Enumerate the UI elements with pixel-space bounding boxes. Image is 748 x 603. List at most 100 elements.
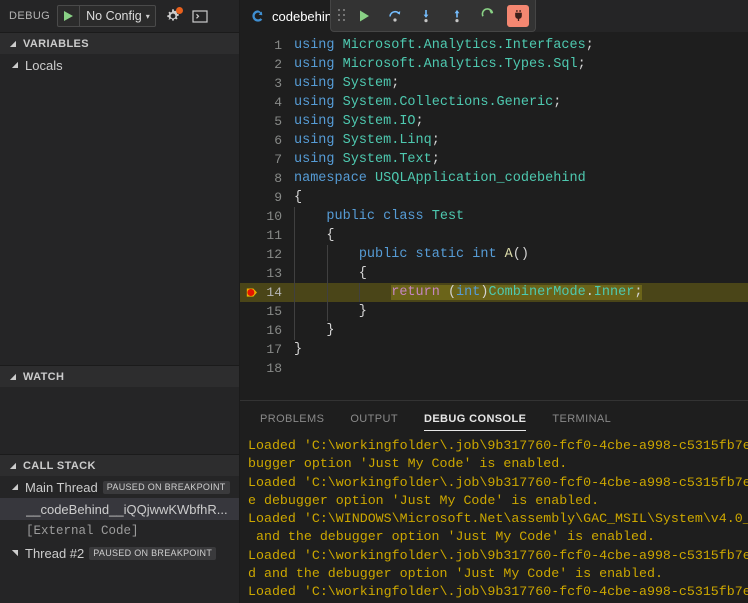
editor-area: codebehind.u 1 using Microsoft.Analytics…	[240, 0, 748, 603]
play-icon	[64, 11, 74, 21]
section-title-watch: WATCH	[23, 370, 65, 383]
console-line: Loaded 'C:\workingfolder\.job\9b317760-f…	[248, 584, 748, 600]
section-header-variables[interactable]: ◢ VARIABLES	[0, 32, 239, 54]
code-line[interactable]: 7 using System.Text;	[240, 150, 748, 169]
callstack-frame-codebehind[interactable]: __codeBehind__iQQjwwKWbfhR...	[0, 498, 239, 520]
callstack-thread-2[interactable]: ◢ Thread #2 PAUSED ON BREAKPOINT	[0, 542, 239, 564]
line-number: 2	[274, 57, 282, 72]
code-token: ;	[553, 95, 562, 110]
code-text: using System.Collections.Generic;	[294, 93, 561, 112]
restart-icon	[481, 7, 494, 17]
vscode-window: DEBUG No Config ▾ ◢ VARIABLES ◢ Locals ◢…	[0, 0, 748, 603]
stop-button[interactable]	[507, 4, 529, 27]
code-text: public class Test	[294, 207, 464, 226]
line-number: 13	[266, 266, 282, 281]
line-number: 5	[274, 114, 282, 129]
tab-terminal[interactable]: TERMINAL	[552, 401, 611, 436]
callstack-frame-external-code[interactable]: [External Code]	[0, 520, 239, 542]
step-over-button[interactable]	[381, 4, 409, 28]
code-text: using Microsoft.Analytics.Interfaces;	[294, 36, 594, 55]
watch-body	[0, 387, 239, 454]
code-line[interactable]: 18	[240, 359, 748, 378]
section-title-variables: VARIABLES	[23, 37, 89, 50]
code-line[interactable]: 8 namespace USQLApplication_codebehind	[240, 169, 748, 188]
thread-name: Main Thread	[25, 479, 98, 495]
code-editor[interactable]: 1 using Microsoft.Analytics.Interfaces; 2 u…	[240, 32, 748, 400]
code-token: USQLApplication_codebehind	[375, 171, 586, 186]
continue-button[interactable]	[350, 4, 378, 28]
status-badge: PAUSED ON BREAKPOINT	[102, 480, 230, 494]
code-line[interactable]: 3 using System;	[240, 74, 748, 93]
launch-config-name: No Config	[86, 9, 142, 23]
line-number: 12	[266, 247, 282, 262]
line-number: 18	[266, 361, 282, 376]
variables-scope-label: Locals	[25, 57, 63, 73]
step-into-button[interactable]	[412, 4, 440, 28]
restart-button[interactable]	[474, 4, 502, 28]
tab-problems[interactable]: PROBLEMS	[260, 401, 324, 436]
drag-handle-icon[interactable]	[337, 7, 347, 25]
console-line: and the debugger option 'Just My Code' i…	[248, 529, 655, 545]
variables-scope-locals[interactable]: ◢ Locals	[0, 54, 239, 76]
code-line[interactable]: 6 using System.Linq;	[240, 131, 748, 150]
console-line: Loaded 'C:\workingfolder\.job\9b317760-f…	[248, 474, 748, 490]
tab-debug-console[interactable]: DEBUG CONSOLE	[423, 401, 527, 436]
callstack-thread-main[interactable]: ◢ Main Thread PAUSED ON BREAKPOINT	[0, 476, 239, 498]
console-line: d and the debugger option 'Just My Code'…	[248, 566, 663, 582]
code-text: using System.IO;	[294, 112, 424, 131]
code-token: ;	[634, 285, 643, 300]
code-line[interactable]: 12 public static int A()	[240, 245, 748, 264]
code-token: System.Collections.Generic	[342, 95, 554, 110]
open-debug-console-icon[interactable]	[190, 6, 210, 26]
code-text: using System.Text;	[294, 150, 440, 169]
code-token: (	[447, 285, 457, 300]
section-header-watch[interactable]: ◢ WATCH	[0, 365, 239, 387]
start-debugging-button[interactable]	[58, 6, 81, 26]
step-out-button[interactable]	[443, 4, 471, 28]
chevron-right-icon[interactable]: ◢	[10, 548, 19, 558]
step-into-icon	[423, 9, 429, 22]
chevron-down-icon[interactable]: ▾	[146, 12, 155, 21]
section-header-callstack[interactable]: ◢ CALL STACK	[0, 454, 239, 476]
code-line[interactable]: 11 {	[240, 226, 748, 245]
launch-config-selector[interactable]: No Config ▾	[57, 5, 156, 27]
code-token: ;	[391, 76, 400, 91]
console-line: bugger option 'Just My Code' is enabled.	[248, 456, 568, 472]
console-line: Loaded 'C:\WINDOWS\Microsoft.Net\assembl…	[248, 511, 748, 527]
chevron-down-icon: ◢	[9, 371, 17, 381]
code-line[interactable]: 5 using System.IO;	[240, 112, 748, 131]
code-line[interactable]: 14 return (int)CombinerMode.Inner;	[240, 283, 748, 302]
line-number: 4	[274, 95, 282, 110]
code-line[interactable]: 1 using Microsoft.Analytics.Interfaces;	[240, 36, 748, 55]
debug-console-output[interactable]: Loaded 'C:\workingfolder\.job\9b317760-f…	[240, 436, 748, 603]
chevron-down-icon: ◢	[9, 38, 17, 48]
code-token: {	[294, 228, 335, 243]
bottom-panel: PROBLEMS OUTPUT DEBUG CONSOLE TERMINAL L…	[240, 400, 748, 603]
code-line[interactable]: 17}	[240, 340, 748, 359]
debug-floating-toolbar[interactable]	[330, 0, 536, 32]
tab-output[interactable]: OUTPUT	[350, 401, 398, 436]
breakpoint-icon[interactable]	[246, 286, 259, 299]
chevron-down-icon[interactable]: ◢	[10, 483, 20, 491]
code-token: {	[294, 266, 367, 281]
code-line[interactable]: 4 using System.Collections.Generic;	[240, 93, 748, 112]
code-line[interactable]: 15 }	[240, 302, 748, 321]
code-line[interactable]: 16 }	[240, 321, 748, 340]
code-line[interactable]: 13 {	[240, 264, 748, 283]
code-lines: 1 using Microsoft.Analytics.Interfaces; 2 u…	[240, 32, 748, 378]
code-line[interactable]: 9{	[240, 188, 748, 207]
console-line: Loaded 'C:\workingfolder\.job\9b317760-f…	[248, 438, 748, 453]
code-line[interactable]: 10 public class Test	[240, 207, 748, 226]
gear-icon[interactable]	[163, 6, 183, 26]
code-token: Test	[431, 209, 465, 224]
code-line[interactable]: 2 using Microsoft.Analytics.Types.Sql;	[240, 55, 748, 74]
thread-name: Thread #2	[25, 545, 85, 561]
chevron-down-icon: ◢	[9, 460, 17, 470]
line-number: 8	[274, 171, 282, 186]
